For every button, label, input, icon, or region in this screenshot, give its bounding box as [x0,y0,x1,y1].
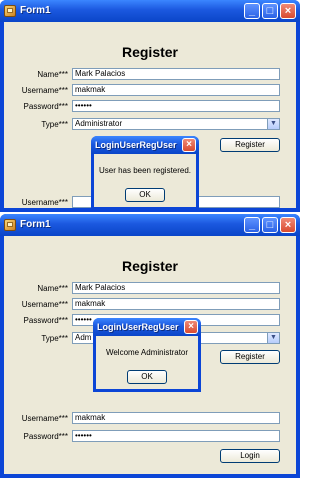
page-title: Register [121,44,179,60]
minimize-icon[interactable]: _ [244,217,260,233]
dialog-body: User has been registered. OK [94,154,196,207]
dialog-message: User has been registered. [98,166,192,175]
window-controls: _ □ × [244,3,296,19]
form1-window-bottom: Form1 _ □ × Register Name*** Mark Palaci… [0,214,300,478]
username-field[interactable]: makmak [72,298,280,310]
username-field[interactable]: makmak [72,84,280,96]
type-label: Type*** [41,334,68,343]
register-button[interactable]: Register [220,350,280,364]
login-username-label: Username*** [21,198,68,207]
close-icon[interactable]: × [182,138,196,152]
username-label: Username*** [21,86,68,95]
name-field[interactable]: Mark Palacios [72,282,280,294]
login-button[interactable]: Login [220,449,280,463]
title-bar[interactable]: Form1 _ □ × [0,214,300,236]
dialog-body: Welcome Administrator OK [96,336,198,389]
minimize-icon[interactable]: _ [244,3,260,19]
dialog-title-bar[interactable]: LoginUserRegUser × [93,318,201,336]
ok-button[interactable]: OK [125,188,165,202]
name-field[interactable]: Mark Palacios [72,68,280,80]
password-field[interactable]: •••••• [72,100,280,112]
message-dialog: LoginUserRegUser × Welcome Administrator… [93,318,201,392]
message-dialog: LoginUserRegUser × User has been registe… [91,136,199,210]
dialog-title: LoginUserRegUser [97,322,179,332]
password-label: Password*** [23,316,68,325]
login-username-label: Username*** [21,414,68,423]
form1-window-top: Form1 _ □ × Register Name*** Mark Palaci… [0,0,300,212]
register-button[interactable]: Register [220,138,280,152]
close-icon[interactable]: × [280,217,296,233]
maximize-icon[interactable]: □ [262,217,278,233]
close-icon[interactable]: × [184,320,198,334]
dialog-message: Welcome Administrator [105,348,189,357]
login-password-label: Password*** [23,432,68,441]
type-select-value: Adm [75,333,92,342]
type-select-value: Administrator [75,119,123,128]
window-title: Form1 [20,219,51,230]
type-label: Type*** [41,120,68,129]
login-password-field[interactable]: •••••• [72,430,280,442]
app-icon [4,5,16,17]
app-icon [4,219,16,231]
type-select[interactable]: Administrator ▼ [72,118,280,130]
name-label: Name*** [37,70,68,79]
close-icon[interactable]: × [280,3,296,19]
dialog-title-bar[interactable]: LoginUserRegUser × [91,136,199,154]
title-bar[interactable]: Form1 _ □ × [0,0,300,22]
chevron-down-icon[interactable]: ▼ [267,333,279,343]
window-title: Form1 [20,5,51,16]
page-title: Register [121,258,179,274]
password-label: Password*** [23,102,68,111]
login-username-field[interactable]: makmak [72,412,280,424]
name-label: Name*** [37,284,68,293]
maximize-icon[interactable]: □ [262,3,278,19]
dialog-title: LoginUserRegUser [95,140,177,150]
ok-button[interactable]: OK [127,370,167,384]
chevron-down-icon[interactable]: ▼ [267,119,279,129]
window-controls: _ □ × [244,217,296,233]
username-label: Username*** [21,300,68,309]
